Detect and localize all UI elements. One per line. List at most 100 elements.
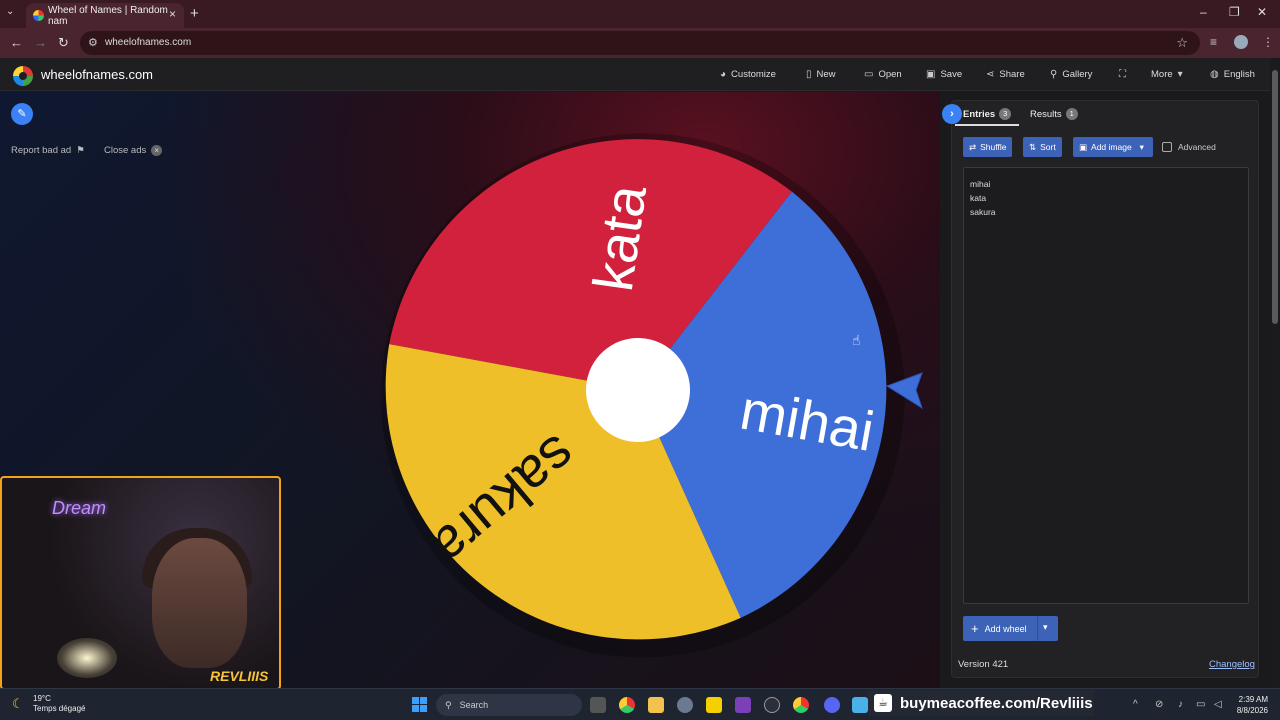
reading-list-icon[interactable]: ≡ [1210,35,1217,49]
menu-label: Customize [731,69,776,80]
browser-menu-icon[interactable]: ⋮ [1262,35,1274,49]
version-label: Version 421 [958,659,1009,670]
browser-tab-title: Wheel of Names | Random nam [48,4,168,27]
menu-label: More [1151,69,1173,80]
close-ads-link[interactable]: Close ads × [104,145,163,156]
chevron-down-icon: ▾ [1177,69,1183,80]
fullscreen-icon: ⛶ [1119,69,1126,80]
webcam-overlay: Dream REVLIIIS [0,476,281,690]
reload-icon[interactable]: ↻ [58,35,69,51]
advanced-label: Advanced [1178,142,1216,152]
close-tab-icon[interactable]: × [169,7,176,21]
chevron-down-icon[interactable]: ▾ [1043,622,1048,633]
changelog-link[interactable]: Changelog [1209,659,1255,670]
app-icon[interactable] [852,697,868,713]
network-icon[interactable]: ⊘ [1155,699,1163,710]
shuffle-label: Shuffle [980,142,1007,152]
tab-search-icon[interactable]: ⌄ [6,6,14,17]
advanced-checkbox[interactable] [1162,142,1172,152]
menu-more[interactable]: More ▾ [1151,69,1183,80]
address-bar[interactable]: ⚙ wheelofnames.com ☆ [80,31,1200,55]
menu-new[interactable]: ▯ New [806,69,836,80]
favicon-icon [33,10,44,21]
restore-icon[interactable]: ❐ [1229,5,1240,19]
menu-gallery[interactable]: ⚲ Gallery [1050,69,1092,80]
search-label: Search [459,700,489,710]
browser-tab-active[interactable]: Wheel of Names | Random nam × [26,3,184,28]
microphone-icon[interactable]: ♪ [1178,699,1183,710]
volume-icon[interactable]: ◁ [1214,699,1222,710]
menu-label: Share [999,69,1025,80]
active-tab-indicator [955,124,1019,126]
chevron-down-icon: ▾ [1139,141,1144,152]
lamp-light [57,638,117,678]
cursor-hand-icon: ☝ [852,332,861,348]
tab-entries[interactable]: Entries 3 [963,108,1012,120]
windows-start-icon[interactable] [412,697,427,712]
bookmark-star-icon[interactable]: ☆ [1176,35,1188,51]
file-icon: ▯ [806,69,812,80]
plus-icon: + [971,621,979,636]
chrome-active-icon[interactable] [793,697,809,713]
back-icon[interactable]: ← [10,35,23,50]
site-info-icon[interactable]: ⚙ [88,36,98,49]
discord-icon[interactable] [824,697,840,713]
tab-label: Entries [963,108,996,120]
sticky-notes-icon[interactable] [706,697,722,713]
search-icon: ⚲ [445,699,452,710]
weather-desc: Temps dégagé [33,704,86,713]
forward-icon[interactable]: → [34,35,47,50]
add-image-button[interactable]: ▣ Add image ▾ [1073,137,1153,157]
button-divider [1037,616,1038,641]
menu-open[interactable]: ▭ Open [864,69,902,80]
menu-save[interactable]: ▣ Save [926,69,962,80]
coffee-cup-icon: ☕ [874,694,892,712]
url-text: wheelofnames.com [105,37,192,48]
wheel-logo-icon[interactable] [13,66,33,86]
taskbar-clock[interactable]: 2:39 AM 8/8/2026 [1228,694,1268,716]
display-icon[interactable]: ▭ [1196,699,1205,710]
search-icon: ⚲ [1050,69,1058,80]
report-ad-label: Report bad ad [11,145,72,156]
entries-textarea[interactable]: mihai kata sakura [963,167,1249,604]
weather-widget[interactable]: 19°C Temps dégagé [33,694,85,714]
report-bad-ad-link[interactable]: Report bad ad ⚑ [11,145,85,156]
menu-fullscreen[interactable]: ⛶ [1119,69,1126,80]
entry-line: mihai [970,179,991,189]
settings-icon[interactable] [677,697,693,713]
menu-language[interactable]: ◍ English [1210,69,1255,80]
tab-label: Results [1030,108,1062,120]
menu-customize[interactable]: ◕ Customize [720,69,776,80]
entry-line: kata [970,193,987,203]
browser-tab-strip: ⌄ Wheel of Names | Random nam × + – ❐ ✕ [0,0,1280,28]
scrollbar-thumb[interactable] [1272,70,1278,324]
wheel[interactable]: kata mihai sakura [360,118,940,658]
promo-text: buymeacoffee.com/Revliiis [900,694,1093,712]
weather-temp: 19°C [33,694,51,703]
menu-label: New [816,69,836,80]
profile-avatar[interactable] [1234,35,1248,49]
menu-label: Save [940,69,963,80]
new-tab-icon[interactable]: + [190,5,199,22]
file-explorer-icon[interactable] [648,697,664,713]
site-brand[interactable]: wheelofnames.com [41,67,153,82]
add-wheel-button[interactable]: + Add wheel ▾ [963,616,1058,641]
minimize-icon[interactable]: – [1200,5,1207,19]
tray-chevron-icon[interactable]: ^ [1133,699,1138,710]
shuffle-button[interactable]: ⇄ Shuffle [963,137,1013,157]
add-image-label: Add image [1091,142,1132,152]
sort-button[interactable]: ⇅ Sort [1023,137,1062,157]
tab-results[interactable]: Results 1 [1030,108,1078,120]
collapse-panel-icon[interactable]: › [942,104,962,124]
close-icon: × [151,145,163,156]
flag-icon: ⚑ [76,145,85,156]
obs-icon[interactable] [764,697,780,713]
app-icon[interactable] [735,697,751,713]
menu-share[interactable]: ⋖ Share [986,69,1025,80]
edit-pencil-icon[interactable]: ✎ [11,103,33,125]
chrome-icon[interactable] [619,697,635,713]
browser-toolbar: ← → ↻ ⚙ wheelofnames.com ☆ [0,28,1280,58]
taskbar-search[interactable]: ⚲ Search [436,694,582,716]
task-view-icon[interactable] [590,697,606,713]
close-window-icon[interactable]: ✕ [1257,5,1267,19]
